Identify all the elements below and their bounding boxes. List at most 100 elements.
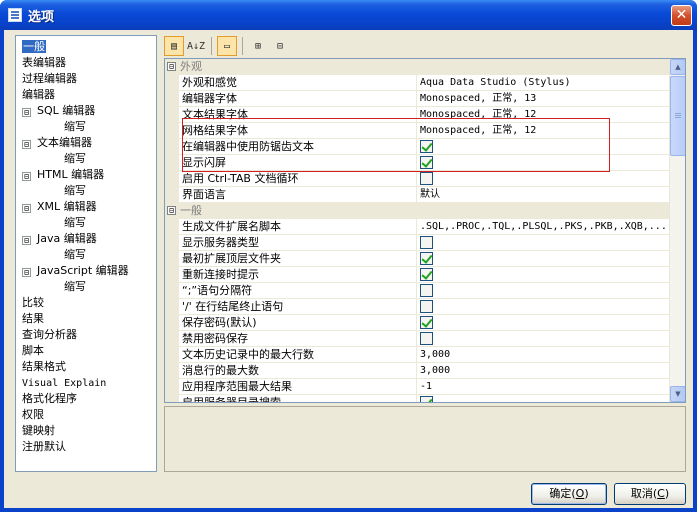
tree-item[interactable]: ⊟ SQL 编辑器 (16, 103, 156, 119)
property-row[interactable]: 应用程序范围最大结果 -1 (165, 379, 669, 395)
property-row[interactable]: 显示服务器类型 (165, 235, 669, 251)
property-row[interactable]: 外观和感觉 Aqua Data Studio (Stylus) (165, 75, 669, 91)
tree-item[interactable]: 缩写 (16, 183, 156, 199)
checked-checkbox[interactable] (420, 140, 433, 153)
tree-item[interactable]: 过程编辑器 (16, 71, 156, 87)
tree-item[interactable]: 缩写 (16, 279, 156, 295)
category-tree[interactable]: 一般 表编辑器 过程编辑器 编辑器 ⊟ SQL 编辑器 缩写 ⊟ 文本编辑器 缩写 ⊟ HTML 编辑… (15, 35, 157, 472)
tree-item[interactable]: 格式化程序 (16, 391, 156, 407)
tree-item[interactable]: 键映射 (16, 423, 156, 439)
property-value[interactable] (417, 267, 669, 282)
property-row[interactable]: 文本结果字体 Monospaced, 正常, 12 (165, 107, 669, 123)
property-row[interactable]: 在编辑器中使用防锯齿文本 (165, 139, 669, 155)
checked-checkbox[interactable] (420, 156, 433, 169)
collapse-icon[interactable]: ⊟ (22, 172, 31, 181)
property-value[interactable]: Aqua Data Studio (Stylus) (417, 75, 669, 90)
property-value[interactable]: Monospaced, 正常, 12 (417, 107, 669, 122)
unchecked-checkbox[interactable] (420, 284, 433, 297)
property-value[interactable] (417, 171, 669, 186)
property-row[interactable]: 显示闪屏 (165, 155, 669, 171)
unchecked-checkbox[interactable] (420, 172, 433, 185)
tree-item[interactable]: 注册默认 (16, 439, 156, 455)
collapse-icon[interactable]: ⊟ (22, 108, 31, 117)
property-row[interactable]: 启用 Ctrl-TAB 文档循环 (165, 171, 669, 187)
property-pages-icon[interactable]: ▭ (217, 36, 237, 56)
tree-item[interactable]: ⊟ XML 编辑器 (16, 199, 156, 215)
cancel-button[interactable]: 取消(C) (614, 483, 686, 505)
property-row[interactable]: 禁用密码保存 (165, 331, 669, 347)
property-row[interactable]: 网格结果字体 Monospaced, 正常, 12 (165, 123, 669, 139)
collapse-icon[interactable]: ⊟ (22, 140, 31, 149)
vertical-scrollbar[interactable]: ▲ ▼ (669, 59, 685, 402)
tree-item[interactable]: ⊟ HTML 编辑器 (16, 167, 156, 183)
tree-item[interactable]: ⊟ JavaScript 编辑器 (16, 263, 156, 279)
tree-item[interactable]: 缩写 (16, 151, 156, 167)
property-value[interactable]: Monospaced, 正常, 13 (417, 91, 669, 106)
checked-checkbox[interactable] (420, 316, 433, 329)
property-row[interactable]: 文本历史记录中的最大行数 3,000 (165, 347, 669, 363)
property-value[interactable] (417, 283, 669, 298)
property-value[interactable] (417, 235, 669, 250)
tree-item[interactable]: 结果 (16, 311, 156, 327)
tree-item[interactable]: 比较 (16, 295, 156, 311)
collapse-icon[interactable]: ⊟ (22, 204, 31, 213)
scroll-down-icon[interactable]: ▼ (670, 386, 685, 402)
categorized-icon[interactable]: ▤ (164, 36, 184, 56)
category-row[interactable]: ⊟ 一般 (165, 203, 669, 219)
property-value[interactable] (417, 251, 669, 266)
unchecked-checkbox[interactable] (420, 332, 433, 345)
close-button[interactable]: ✕ (671, 5, 692, 26)
alphabetical-sort-icon[interactable]: A↓Z (186, 36, 206, 56)
property-row[interactable]: 消息行的最大数 3,000 (165, 363, 669, 379)
property-value[interactable] (417, 395, 669, 402)
tree-item[interactable]: 编辑器 (16, 87, 156, 103)
tree-item[interactable]: 缩写 (16, 247, 156, 263)
property-value[interactable]: Monospaced, 正常, 12 (417, 123, 669, 138)
scroll-up-icon[interactable]: ▲ (670, 59, 685, 75)
expand-all-icon[interactable]: ⊞ (248, 36, 268, 56)
property-row[interactable]: “;”语句分隔符 (165, 283, 669, 299)
property-row[interactable]: 编辑器字体 Monospaced, 正常, 13 (165, 91, 669, 107)
tree-item[interactable]: ⊟ 文本编辑器 (16, 135, 156, 151)
collapse-icon[interactable]: ⊟ (22, 268, 31, 277)
tree-item[interactable]: 脚本 (16, 343, 156, 359)
tree-item[interactable]: 一般 (16, 39, 156, 55)
unchecked-checkbox[interactable] (420, 300, 433, 313)
property-value[interactable]: .SQL,.PROC,.TQL,.PLSQL,.PKS,.PKB,.XQB,..… (417, 219, 669, 234)
collapse-icon[interactable]: ⊟ (167, 206, 176, 215)
ok-button[interactable]: 确定(O) (531, 483, 607, 505)
property-row[interactable]: '/' 在行结尾终止语句 (165, 299, 669, 315)
property-value[interactable]: 默认 (417, 187, 669, 202)
property-row[interactable]: 重新连接时提示 (165, 267, 669, 283)
property-row[interactable]: 生成文件扩展名脚本 .SQL,.PROC,.TQL,.PLSQL,.PKS,.PK… (165, 219, 669, 235)
title-bar[interactable]: 选项 ✕ (0, 0, 697, 30)
collapse-all-icon[interactable]: ⊟ (270, 36, 290, 56)
property-row[interactable]: 启用服务器目录搜索 (165, 395, 669, 402)
property-row[interactable]: 最初扩展顶层文件夹 (165, 251, 669, 267)
property-value[interactable] (417, 315, 669, 330)
property-row[interactable]: 界面语言 默认 (165, 187, 669, 203)
property-value[interactable]: 3,000 (417, 363, 669, 378)
checked-checkbox[interactable] (420, 396, 433, 402)
collapse-icon[interactable]: ⊟ (167, 62, 176, 71)
checked-checkbox[interactable] (420, 268, 433, 281)
tree-item[interactable]: 缩写 (16, 119, 156, 135)
property-value[interactable] (417, 331, 669, 346)
tree-item[interactable]: 结果格式 (16, 359, 156, 375)
tree-item[interactable]: 权限 (16, 407, 156, 423)
property-value[interactable] (417, 299, 669, 314)
checked-checkbox[interactable] (420, 252, 433, 265)
scroll-thumb[interactable] (670, 76, 685, 156)
tree-item[interactable]: 表编辑器 (16, 55, 156, 71)
tree-item[interactable]: ⊟ Java 编辑器 (16, 231, 156, 247)
category-row[interactable]: ⊟ 外观 (165, 59, 669, 75)
property-row[interactable]: 保存密码(默认) (165, 315, 669, 331)
property-value[interactable] (417, 139, 669, 154)
tree-item[interactable]: 缩写 (16, 215, 156, 231)
unchecked-checkbox[interactable] (420, 236, 433, 249)
property-value[interactable]: -1 (417, 379, 669, 394)
collapse-icon[interactable]: ⊟ (22, 236, 31, 245)
property-value[interactable] (417, 155, 669, 170)
tree-item[interactable]: 查询分析器 (16, 327, 156, 343)
tree-item[interactable]: Visual Explain (16, 375, 156, 391)
